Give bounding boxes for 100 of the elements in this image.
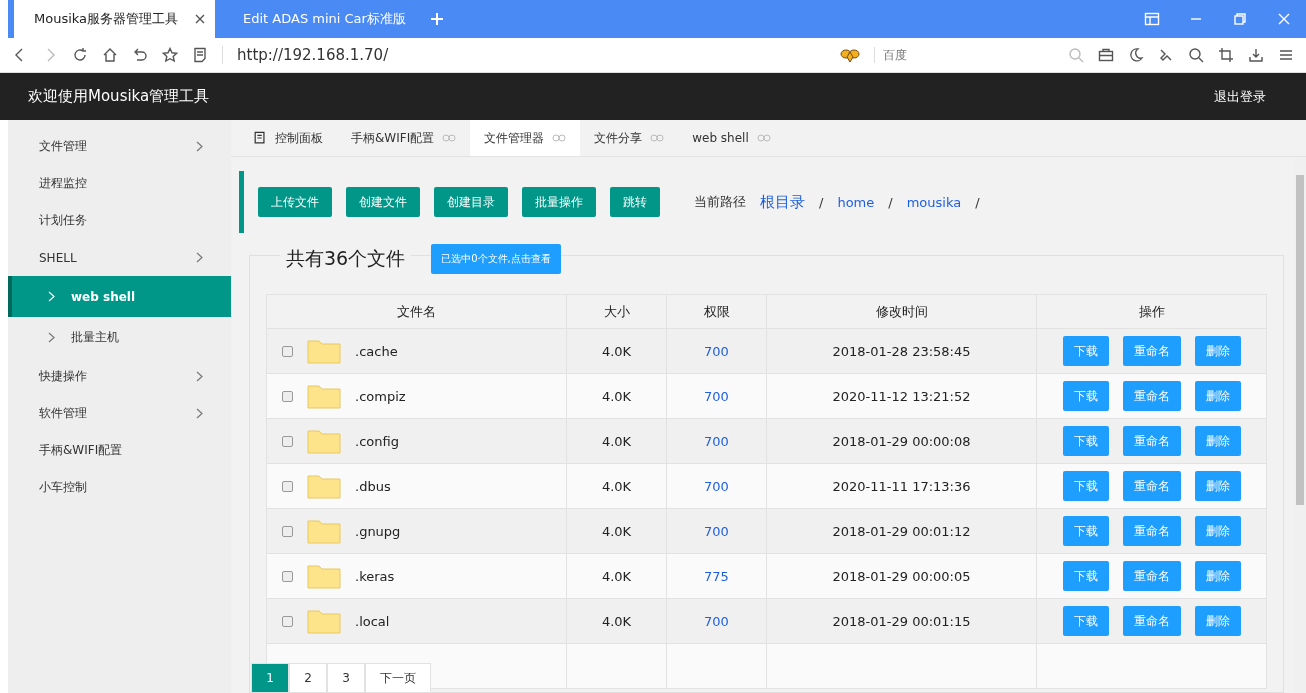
- reader-icon[interactable]: [192, 47, 208, 63]
- browser-tab[interactable]: Edit ADAS mini Car标准版: [215, 0, 415, 38]
- selection-button[interactable]: 已选中0个文件,点击查看: [431, 244, 561, 274]
- sidebar-icon[interactable]: [1144, 11, 1160, 27]
- row-checkbox[interactable]: [282, 435, 293, 447]
- sidebar-item[interactable]: SHELL: [8, 239, 231, 276]
- link-icon[interactable]: [552, 134, 567, 142]
- undo-icon[interactable]: [132, 47, 148, 63]
- menu-icon[interactable]: [1278, 47, 1294, 63]
- sidebar-item[interactable]: 文件管理: [8, 128, 231, 165]
- action-button[interactable]: 下载: [1062, 516, 1109, 546]
- refresh-search-icon[interactable]: [1188, 47, 1204, 63]
- breadcrumb-link[interactable]: 根目录: [760, 192, 805, 212]
- sidebar-subitem[interactable]: 批量主机: [8, 317, 231, 358]
- page-tab[interactable]: 文件管理器: [470, 120, 581, 156]
- sidebar-subitem[interactable]: web shell: [8, 276, 231, 317]
- home-icon[interactable]: [102, 47, 118, 63]
- breadcrumb-link[interactable]: mousika: [906, 194, 962, 210]
- download-icon[interactable]: [1248, 47, 1264, 63]
- action-button[interactable]: 删除: [1194, 426, 1241, 456]
- file-permission[interactable]: 700: [704, 523, 729, 539]
- sidebar-item[interactable]: 小车控制: [8, 469, 231, 506]
- sidebar-item[interactable]: 进程监控: [8, 165, 231, 202]
- restore-icon[interactable]: [1232, 11, 1248, 27]
- link-icon[interactable]: [650, 134, 665, 142]
- toolbox-icon[interactable]: [1098, 47, 1114, 63]
- document-icon[interactable]: [253, 131, 267, 145]
- file-permission[interactable]: 700: [704, 433, 729, 449]
- file-permission[interactable]: 700: [704, 388, 729, 404]
- page-tab[interactable]: 文件分享: [580, 120, 679, 156]
- search-icon[interactable]: [1068, 47, 1084, 63]
- sidebar-item[interactable]: 软件管理: [8, 395, 231, 432]
- tab-label: web shell: [692, 131, 749, 145]
- action-button[interactable]: 重命名: [1122, 471, 1181, 501]
- action-button[interactable]: 下载: [1062, 606, 1109, 636]
- action-button[interactable]: 删除: [1194, 471, 1241, 501]
- address-bar[interactable]: http://192.168.1.70/: [222, 46, 826, 64]
- action-button[interactable]: 重命名: [1122, 561, 1181, 591]
- close-icon[interactable]: [195, 14, 205, 24]
- action-button[interactable]: 下载: [1062, 561, 1109, 591]
- row-checkbox[interactable]: [282, 480, 293, 492]
- action-button[interactable]: 重命名: [1122, 516, 1181, 546]
- plus-icon[interactable]: [429, 11, 445, 27]
- scrollbar-thumb[interactable]: [1296, 175, 1304, 505]
- column-header: 权限: [666, 294, 767, 329]
- row-checkbox[interactable]: [282, 570, 293, 582]
- action-button[interactable]: 删除: [1194, 516, 1241, 546]
- close-icon[interactable]: [1276, 11, 1292, 27]
- page-tab[interactable]: web shell: [678, 120, 785, 156]
- page-button[interactable]: 3: [327, 663, 365, 693]
- action-button[interactable]: 重命名: [1122, 426, 1181, 456]
- logout-link[interactable]: 退出登录: [1214, 87, 1266, 106]
- link-icon[interactable]: [442, 134, 457, 142]
- modified-time: 2018-01-29 00:00:08: [832, 433, 971, 449]
- file-permission[interactable]: 775: [704, 568, 729, 584]
- action-button[interactable]: 重命名: [1122, 336, 1181, 366]
- search-field[interactable]: 百度: [874, 47, 1054, 63]
- reload-icon[interactable]: [72, 47, 88, 63]
- star-icon[interactable]: [162, 47, 178, 63]
- link-icon[interactable]: [756, 134, 771, 142]
- action-button[interactable]: 删除: [1194, 606, 1241, 636]
- page-tab[interactable]: 控制面板: [239, 120, 337, 156]
- chevron-right-icon: [48, 291, 55, 302]
- crop-icon[interactable]: [1218, 47, 1234, 63]
- file-permission[interactable]: 700: [704, 478, 729, 494]
- page-button[interactable]: 下一页: [365, 663, 431, 693]
- row-checkbox[interactable]: [282, 615, 293, 627]
- action-button[interactable]: 下载: [1062, 426, 1109, 456]
- toolbar-button[interactable]: 创建文件: [346, 187, 420, 217]
- moon-icon[interactable]: [1128, 47, 1144, 63]
- toolbar-button[interactable]: 上传文件: [258, 187, 332, 217]
- action-button[interactable]: 删除: [1194, 336, 1241, 366]
- row-checkbox[interactable]: [282, 525, 293, 537]
- action-button[interactable]: 重命名: [1122, 381, 1181, 411]
- action-button[interactable]: 下载: [1062, 471, 1109, 501]
- sidebar-item[interactable]: 快捷操作: [8, 358, 231, 395]
- subitem-label: 批量主机: [71, 329, 119, 346]
- toolbar-button[interactable]: 批量操作: [522, 187, 596, 217]
- folder-icon: [307, 338, 341, 364]
- bee-icon[interactable]: [840, 47, 860, 63]
- action-button[interactable]: 重命名: [1122, 606, 1181, 636]
- file-permission[interactable]: 700: [704, 343, 729, 359]
- page-tab[interactable]: 手柄&WIFI配置: [337, 120, 471, 156]
- sidebar-item[interactable]: 手柄&WIFI配置: [8, 432, 231, 469]
- action-button[interactable]: 下载: [1062, 336, 1109, 366]
- file-permission[interactable]: 700: [704, 613, 729, 629]
- column-header: 修改时间: [766, 294, 1037, 329]
- page-button[interactable]: 1: [251, 663, 289, 693]
- action-button[interactable]: 删除: [1194, 381, 1241, 411]
- row-checkbox[interactable]: [282, 345, 293, 357]
- row-checkbox[interactable]: [282, 390, 293, 402]
- page-button[interactable]: 2: [289, 663, 327, 693]
- toolbar-button[interactable]: 创建目录: [434, 187, 508, 217]
- action-button[interactable]: 下载: [1062, 381, 1109, 411]
- toolbar-button[interactable]: 跳转: [610, 187, 660, 217]
- action-button[interactable]: 删除: [1194, 561, 1241, 591]
- sidebar-item[interactable]: 计划任务: [8, 202, 231, 239]
- file-name: .config: [355, 433, 399, 449]
- breadcrumb-link[interactable]: home: [837, 194, 875, 210]
- modified-time: 2018-01-28 23:58:45: [832, 343, 971, 359]
